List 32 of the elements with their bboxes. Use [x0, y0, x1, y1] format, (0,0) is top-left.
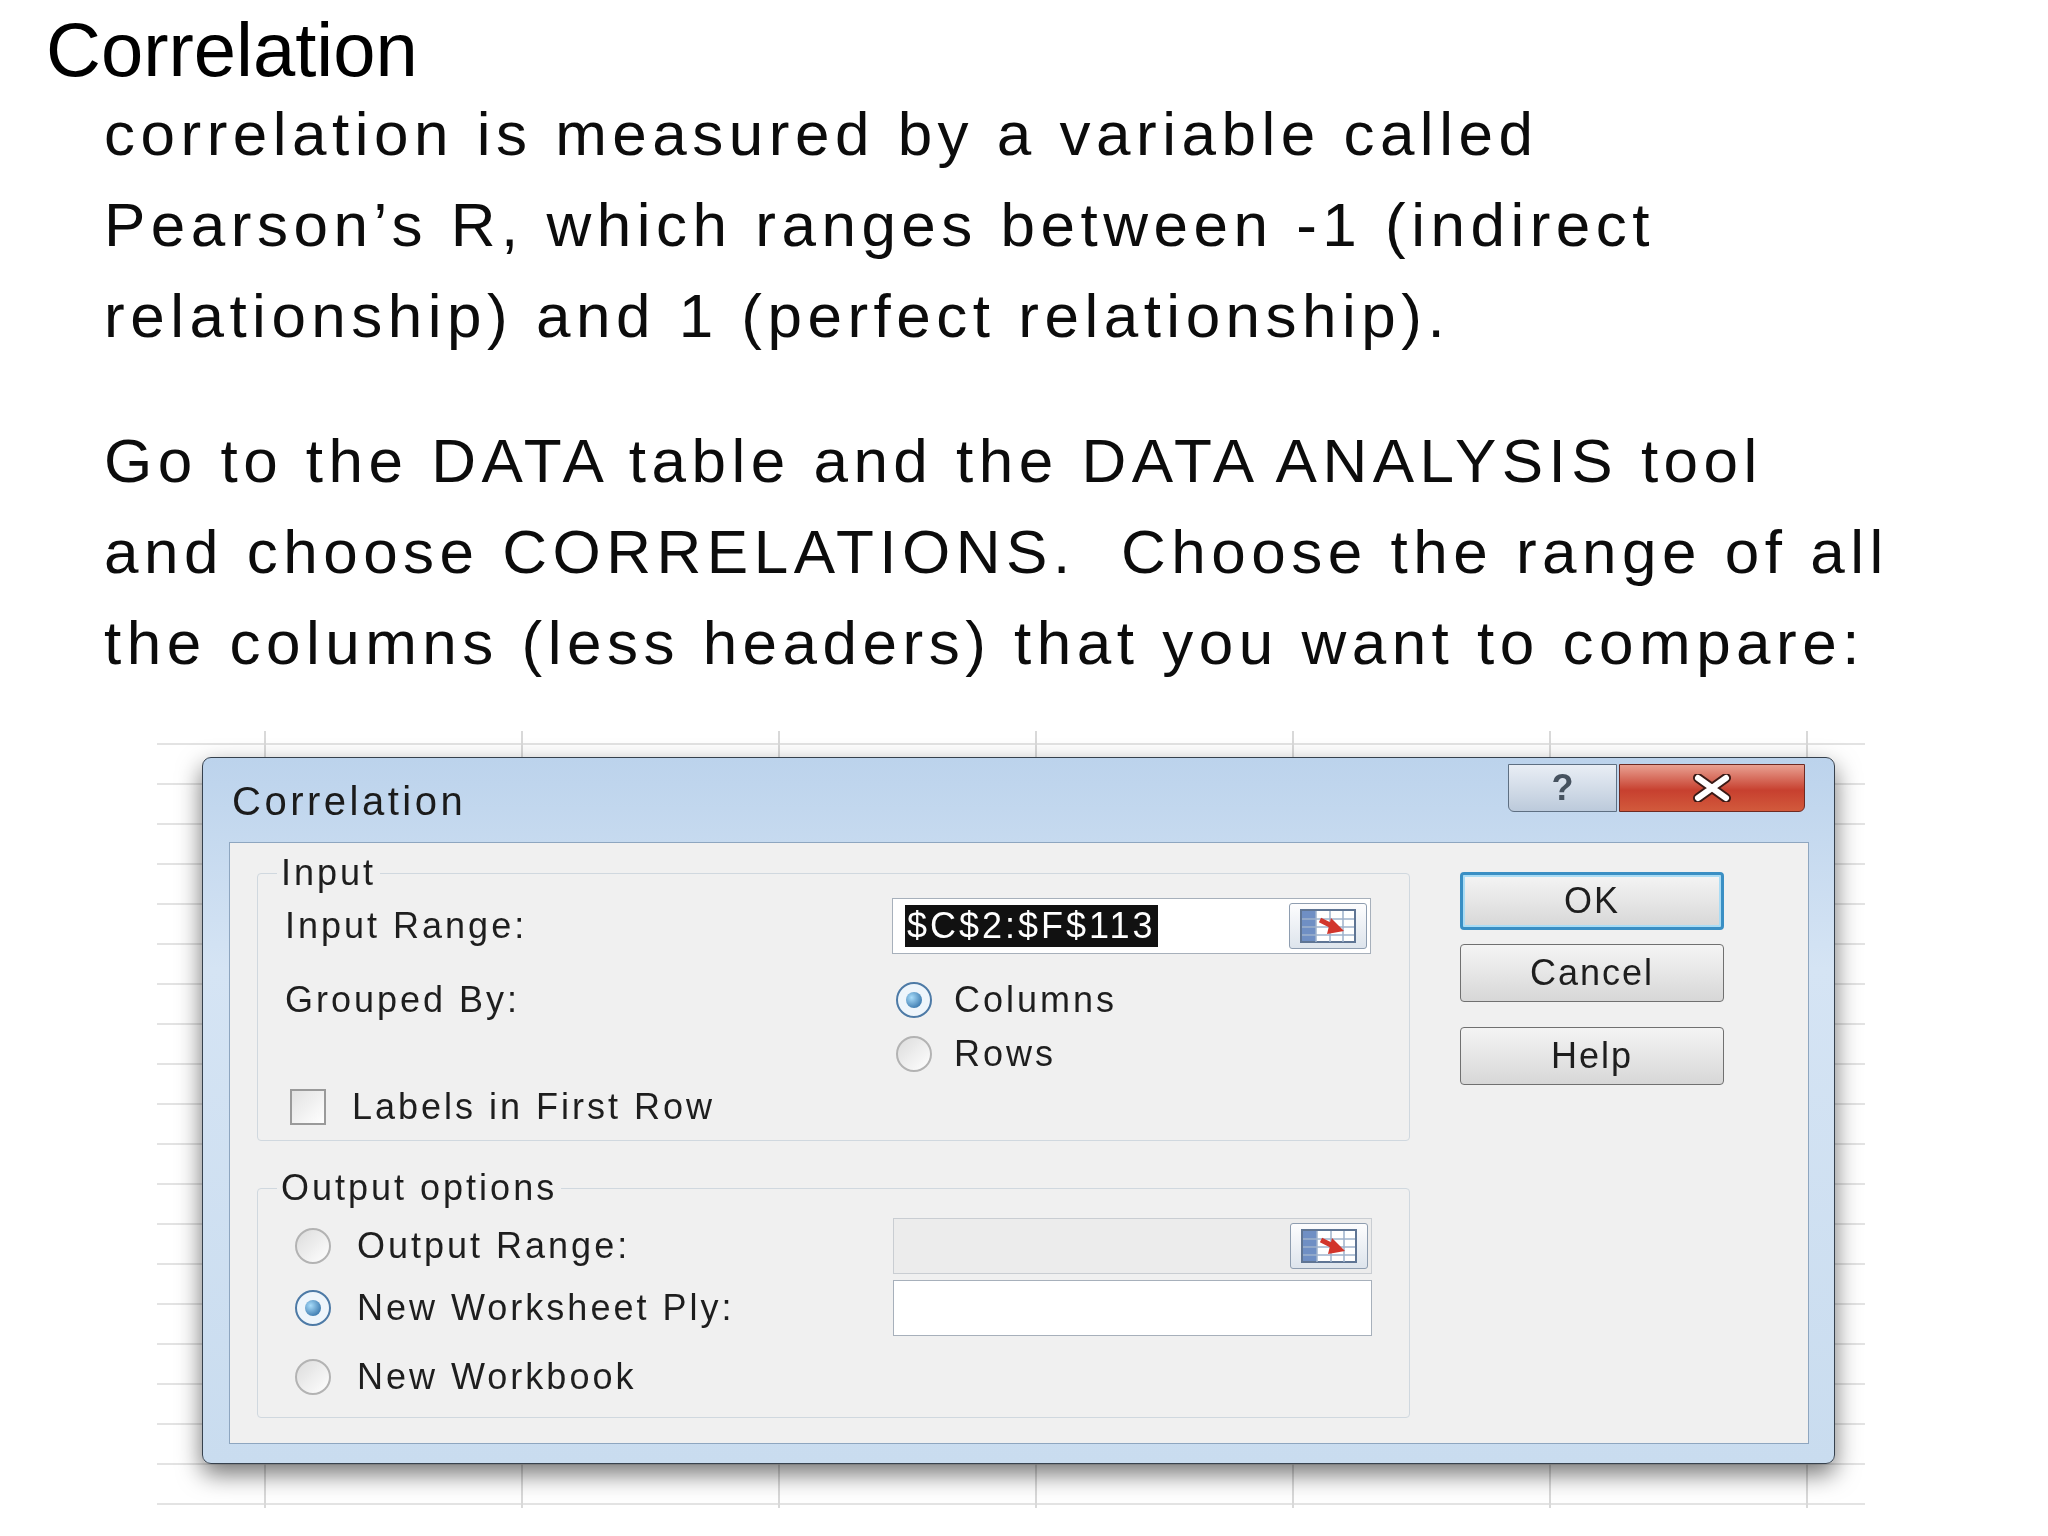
option-label: Rows	[954, 1034, 1057, 1074]
range-picker-button[interactable]	[1289, 903, 1367, 949]
radio-button[interactable]	[295, 1290, 331, 1326]
radio-button[interactable]	[896, 982, 932, 1018]
input-range-field[interactable]: $C$2:$F$113	[892, 898, 1371, 954]
option-label: New Workbook	[357, 1357, 637, 1397]
text-field[interactable]	[893, 1280, 1372, 1336]
dialog-button[interactable]: OK	[1460, 872, 1724, 930]
group-label: Input	[280, 853, 378, 893]
group-label: Output options	[280, 1168, 559, 1208]
selected-text: $C$2:$F$113	[905, 905, 1158, 947]
table-arrow-icon	[1301, 1229, 1357, 1263]
field-label: Grouped By:	[285, 979, 521, 1020]
option-label: Output Range:	[357, 1226, 631, 1266]
table-arrow-icon	[1300, 909, 1356, 943]
slide-paragraph: Go to the DATA table and the DATA ANALYSIS tool and choose CORRELATIONS. Choose the range of all the columns (less headers) that you want to compare:	[104, 425, 1889, 679]
slide-title: Correlation	[46, 12, 418, 88]
field-label: Input Range:	[285, 905, 528, 946]
checkbox[interactable]	[290, 1089, 326, 1125]
radio-button[interactable]	[896, 1036, 932, 1072]
dialog-title: Correlation	[232, 780, 467, 822]
close-icon	[1692, 774, 1732, 802]
radio-button[interactable]	[295, 1228, 331, 1264]
help-button[interactable]: ?	[1508, 764, 1617, 812]
slide-paragraph: correlation is measured by a variable called Pearson’s R, which ranges between -1 (indirect relationship) and 1 (perfect relationship).	[104, 98, 1656, 352]
dialog-button[interactable]: Cancel	[1460, 944, 1724, 1002]
option-label: Labels in First Row	[352, 1087, 716, 1127]
option-label: New Worksheet Ply:	[357, 1288, 735, 1328]
close-button[interactable]	[1619, 764, 1805, 812]
option-label: Columns	[954, 980, 1118, 1020]
radio-button[interactable]	[295, 1359, 331, 1395]
dialog-button[interactable]: Help	[1460, 1027, 1724, 1085]
